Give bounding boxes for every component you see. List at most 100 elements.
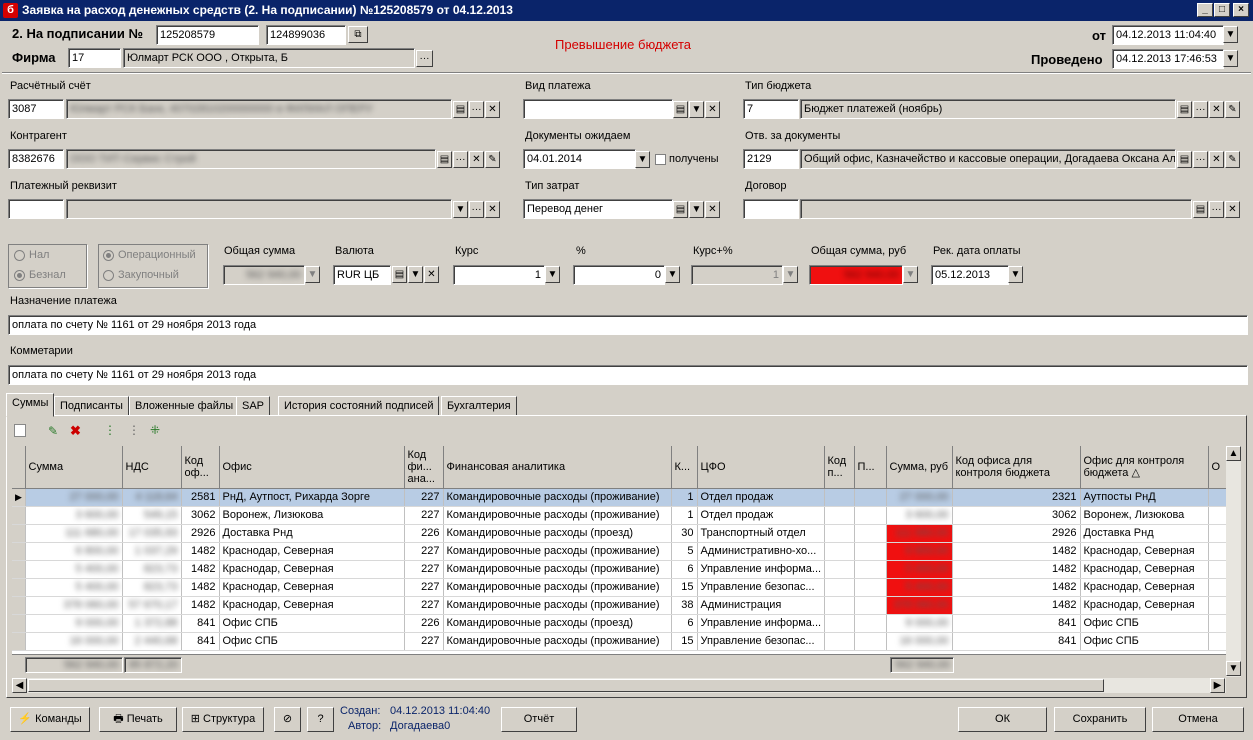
cell-office-code-cell[interactable]: 2581 (181, 488, 220, 507)
cost-type-field[interactable]: Перевод денег (523, 199, 673, 219)
cell-code-p[interactable] (824, 524, 855, 543)
cell-o[interactable] (1208, 524, 1226, 543)
clear-icon[interactable]: ✕ (424, 266, 439, 283)
open-icon[interactable]: ▤ (437, 151, 452, 168)
rate-field[interactable]: 1 (453, 265, 545, 285)
cell-p[interactable] (854, 506, 887, 525)
rec-date-field[interactable]: 05.12.2013 (931, 265, 1009, 285)
cell-office-cell[interactable]: РнД, Аутпост, Рихарда Зорге (219, 488, 405, 507)
scroll-up-icon[interactable]: ▲ (1226, 446, 1241, 461)
cell-sum-rub-cell[interactable]: 5 400,00 (886, 578, 953, 597)
doc-number-field[interactable]: 125208579 (156, 25, 259, 45)
cell-vat-cell[interactable]: 57 670,17 (122, 596, 182, 615)
new-row-icon[interactable] (14, 424, 26, 437)
cell-k-cell[interactable]: 6 (671, 560, 698, 579)
cell-cfo-cell[interactable]: Управление информа... (697, 614, 825, 633)
cell-ctrl-code-cell[interactable]: 1482 (952, 578, 1081, 597)
cell-sum-cell[interactable]: 3 600,00 (25, 506, 123, 525)
open-icon[interactable]: ▤ (1177, 101, 1192, 118)
cell-fa-cell[interactable]: Командировочные расходы (проживание) (443, 560, 672, 579)
clear-icon[interactable]: ✕ (1225, 201, 1240, 218)
chevron-down-icon[interactable]: ▼ (635, 151, 650, 168)
cell-sum-cell[interactable]: 6 800,00 (25, 542, 123, 561)
cell-ctrl-code-cell[interactable]: 3062 (952, 506, 1081, 525)
cell-cfo-cell[interactable]: Отдел продаж (697, 488, 825, 507)
col-o[interactable]: О (1208, 446, 1226, 489)
cell-p[interactable] (854, 488, 887, 507)
chevron-down-icon[interactable]: ▼ (1008, 266, 1023, 283)
commands-button[interactable]: ⚡ Команды (10, 707, 90, 732)
table-row[interactable]: 5 400,00 823,73 1482 Краснодар, Северная 227… (12, 578, 1226, 597)
report-button[interactable]: Отчёт (501, 707, 577, 732)
close-button[interactable]: × (1233, 3, 1249, 17)
clear-icon[interactable]: ✕ (705, 201, 720, 218)
open-icon[interactable]: ▤ (673, 201, 688, 218)
cell-fa-code-cell[interactable]: 226 (404, 524, 444, 543)
cell-ctrl-office-cell[interactable]: Офис СПБ (1080, 632, 1209, 651)
cell-cfo-cell[interactable]: Администрация (697, 596, 825, 615)
chevron-down-icon[interactable]: ▼ (1223, 50, 1238, 67)
cell-office-code-cell[interactable]: 1482 (181, 596, 220, 615)
chevron-down-icon[interactable]: ▼ (1223, 26, 1238, 43)
cell-office-cell[interactable]: Офис СПБ (219, 632, 405, 651)
cell-p[interactable] (854, 578, 887, 597)
grid-vscroll[interactable] (1226, 446, 1241, 677)
docs-expected-field[interactable]: 04.01.2014 (523, 149, 636, 169)
chevron-down-icon[interactable]: ▼ (665, 266, 680, 283)
cell-office-code-cell[interactable]: 1482 (181, 560, 220, 579)
budget-type-code-field[interactable]: 7 (743, 99, 799, 119)
col-vat[interactable]: НДС (122, 446, 182, 489)
cell-sum-cell[interactable]: 27 000,00 (25, 488, 123, 507)
cell-o[interactable] (1208, 560, 1226, 579)
cell-k-cell[interactable]: 1 (671, 488, 698, 507)
radio-icon[interactable] (14, 249, 25, 261)
move-down-icon[interactable]: ⋮ (128, 423, 140, 437)
table-row[interactable]: 9 000,00 1 372,88 841 Офис СПБ 226 Командиров… (12, 614, 1226, 633)
cell-ctrl-code-cell[interactable]: 1482 (952, 542, 1081, 561)
sums-grid[interactable]: Сумма НДС Код оф... Офис Код фи... ана..… (12, 446, 1226, 654)
cell-code-p[interactable] (824, 578, 855, 597)
select-button[interactable]: ··· (469, 101, 484, 118)
cell-office-cell[interactable]: Краснодар, Северная (219, 560, 405, 579)
cell-office-code-cell[interactable]: 841 (181, 632, 220, 651)
print-button[interactable]: 🖶 Печать (99, 707, 177, 732)
ok-button[interactable]: ОК (958, 707, 1047, 732)
cell-sum-rub-cell[interactable]: 16 000,00 (886, 632, 953, 651)
row-indicator[interactable] (12, 524, 26, 543)
cell-o[interactable] (1208, 596, 1226, 615)
cell-ctrl-code-cell[interactable]: 1482 (952, 560, 1081, 579)
col-fa[interactable]: Финансовая аналитика (443, 446, 672, 489)
cell-sum-rub-cell[interactable]: 111 680,00 (886, 524, 953, 543)
radio-icon[interactable] (103, 269, 114, 281)
expand-icon[interactable]: ⁜ (150, 423, 160, 437)
scroll-down-icon[interactable]: ▼ (1226, 661, 1241, 676)
cell-k-cell[interactable]: 6 (671, 614, 698, 633)
cell-cfo-cell[interactable]: Управление безопас... (697, 578, 825, 597)
row-indicator[interactable] (12, 506, 26, 525)
cell-ctrl-code-cell[interactable]: 2321 (952, 488, 1081, 507)
clear-icon[interactable]: ✕ (485, 101, 500, 118)
cell-k-cell[interactable]: 1 (671, 506, 698, 525)
table-row[interactable]: 3 600,00 549,15 3062 Воронеж, Лизюкова 227 Ко… (12, 506, 1226, 525)
tab-accounting[interactable]: Бухгалтерия (441, 396, 517, 416)
clear-icon[interactable]: ✕ (1209, 101, 1224, 118)
cell-code-p[interactable] (824, 542, 855, 561)
edit-icon[interactable]: ✎ (1225, 151, 1240, 168)
cell-sum-rub-cell[interactable]: 3 600,00 (886, 506, 953, 525)
copy-icon[interactable]: ⧉ (348, 26, 368, 43)
tab-signature-history[interactable]: История состояний подписей (278, 396, 440, 416)
clear-icon[interactable]: ✕ (705, 101, 720, 118)
row-indicator[interactable] (12, 596, 26, 615)
table-row[interactable]: 5 400,00 823,73 1482 Краснодар, Северная 227… (12, 560, 1226, 579)
cell-office-code-cell[interactable]: 3062 (181, 506, 220, 525)
cell-code-p[interactable] (824, 506, 855, 525)
doc-number2-field[interactable]: 124899036 (266, 25, 346, 45)
cell-vat-cell[interactable]: 17 035,93 (122, 524, 182, 543)
cell-fa-cell[interactable]: Командировочные расходы (проживание) (443, 506, 672, 525)
cell-office-code-cell[interactable]: 2926 (181, 524, 220, 543)
cell-office-code-cell[interactable]: 1482 (181, 542, 220, 561)
cell-code-p[interactable] (824, 632, 855, 651)
help-button[interactable]: ? (307, 707, 334, 732)
cell-o[interactable] (1208, 578, 1226, 597)
from-date-field[interactable]: 04.12.2013 11:04:40 (1112, 25, 1224, 45)
